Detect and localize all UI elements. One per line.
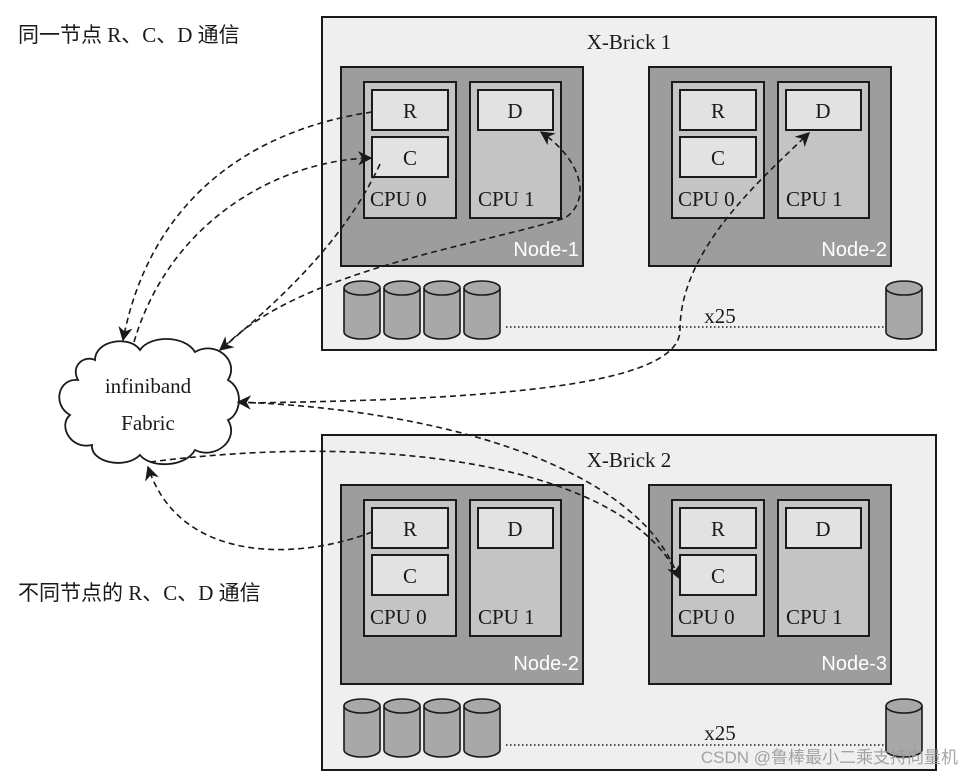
xbrick-1: X-Brick 1 R C CPU 0 D CPU 1 Node-1 R C C… <box>321 16 937 351</box>
watermark: CSDN @鲁棒最小二乘支持向量机 <box>701 748 958 767</box>
node-label: Node-2 <box>821 239 887 261</box>
caption-diff-node: 不同节点的 R、C、D 通信 <box>18 581 261 605</box>
c-label: C <box>403 146 417 170</box>
c-label: C <box>711 146 725 170</box>
c-label: C <box>711 564 725 588</box>
cpu1-label: CPU 1 <box>478 605 535 629</box>
node: R C CPU 0 D CPU 1 Node-3 <box>648 484 892 685</box>
node-label: Node-1 <box>513 239 579 261</box>
node: R C CPU 0 D CPU 1 Node-2 <box>340 484 584 685</box>
cpu1-label: CPU 1 <box>786 187 843 211</box>
brick-title: X-Brick 2 <box>587 448 672 472</box>
cpu1-label: CPU 1 <box>478 187 535 211</box>
c-label: C <box>403 564 417 588</box>
cpu0-label: CPU 0 <box>678 605 735 629</box>
node-label: Node-2 <box>513 653 579 675</box>
cpu1-label: CPU 1 <box>786 605 843 629</box>
cpu0-label: CPU 0 <box>370 605 427 629</box>
infiniband-cloud-icon: infiniband Fabric <box>58 338 240 466</box>
fabric-line2: Fabric <box>121 411 175 435</box>
node: R C CPU 0 D CPU 1 Node-2 <box>648 66 892 267</box>
caption-same-node: 同一节点 R、C、D 通信 <box>18 23 240 47</box>
d-label: D <box>507 99 522 123</box>
r-label: R <box>711 517 725 541</box>
d-label: D <box>507 517 522 541</box>
disk-count: x25 <box>704 304 736 328</box>
cpu0-label: CPU 0 <box>678 187 735 211</box>
fabric-line1: infiniband <box>105 374 192 398</box>
xbrick-2: X-Brick 2 R C CPU 0 D CPU 1 Node-2 R C C… <box>321 434 937 771</box>
d-label: D <box>815 99 830 123</box>
brick-title: X-Brick 1 <box>587 30 672 54</box>
r-label: R <box>403 99 417 123</box>
cpu0-label: CPU 0 <box>370 187 427 211</box>
r-label: R <box>403 517 417 541</box>
node: R C CPU 0 D CPU 1 Node-1 <box>340 66 584 267</box>
node-label: Node-3 <box>821 653 887 675</box>
r-label: R <box>711 99 725 123</box>
d-label: D <box>815 517 830 541</box>
xbrick-diagram: 同一节点 R、C、D 通信 不同节点的 R、C、D 通信 X-Brick 1 R… <box>18 16 958 771</box>
disk-count: x25 <box>704 721 736 745</box>
